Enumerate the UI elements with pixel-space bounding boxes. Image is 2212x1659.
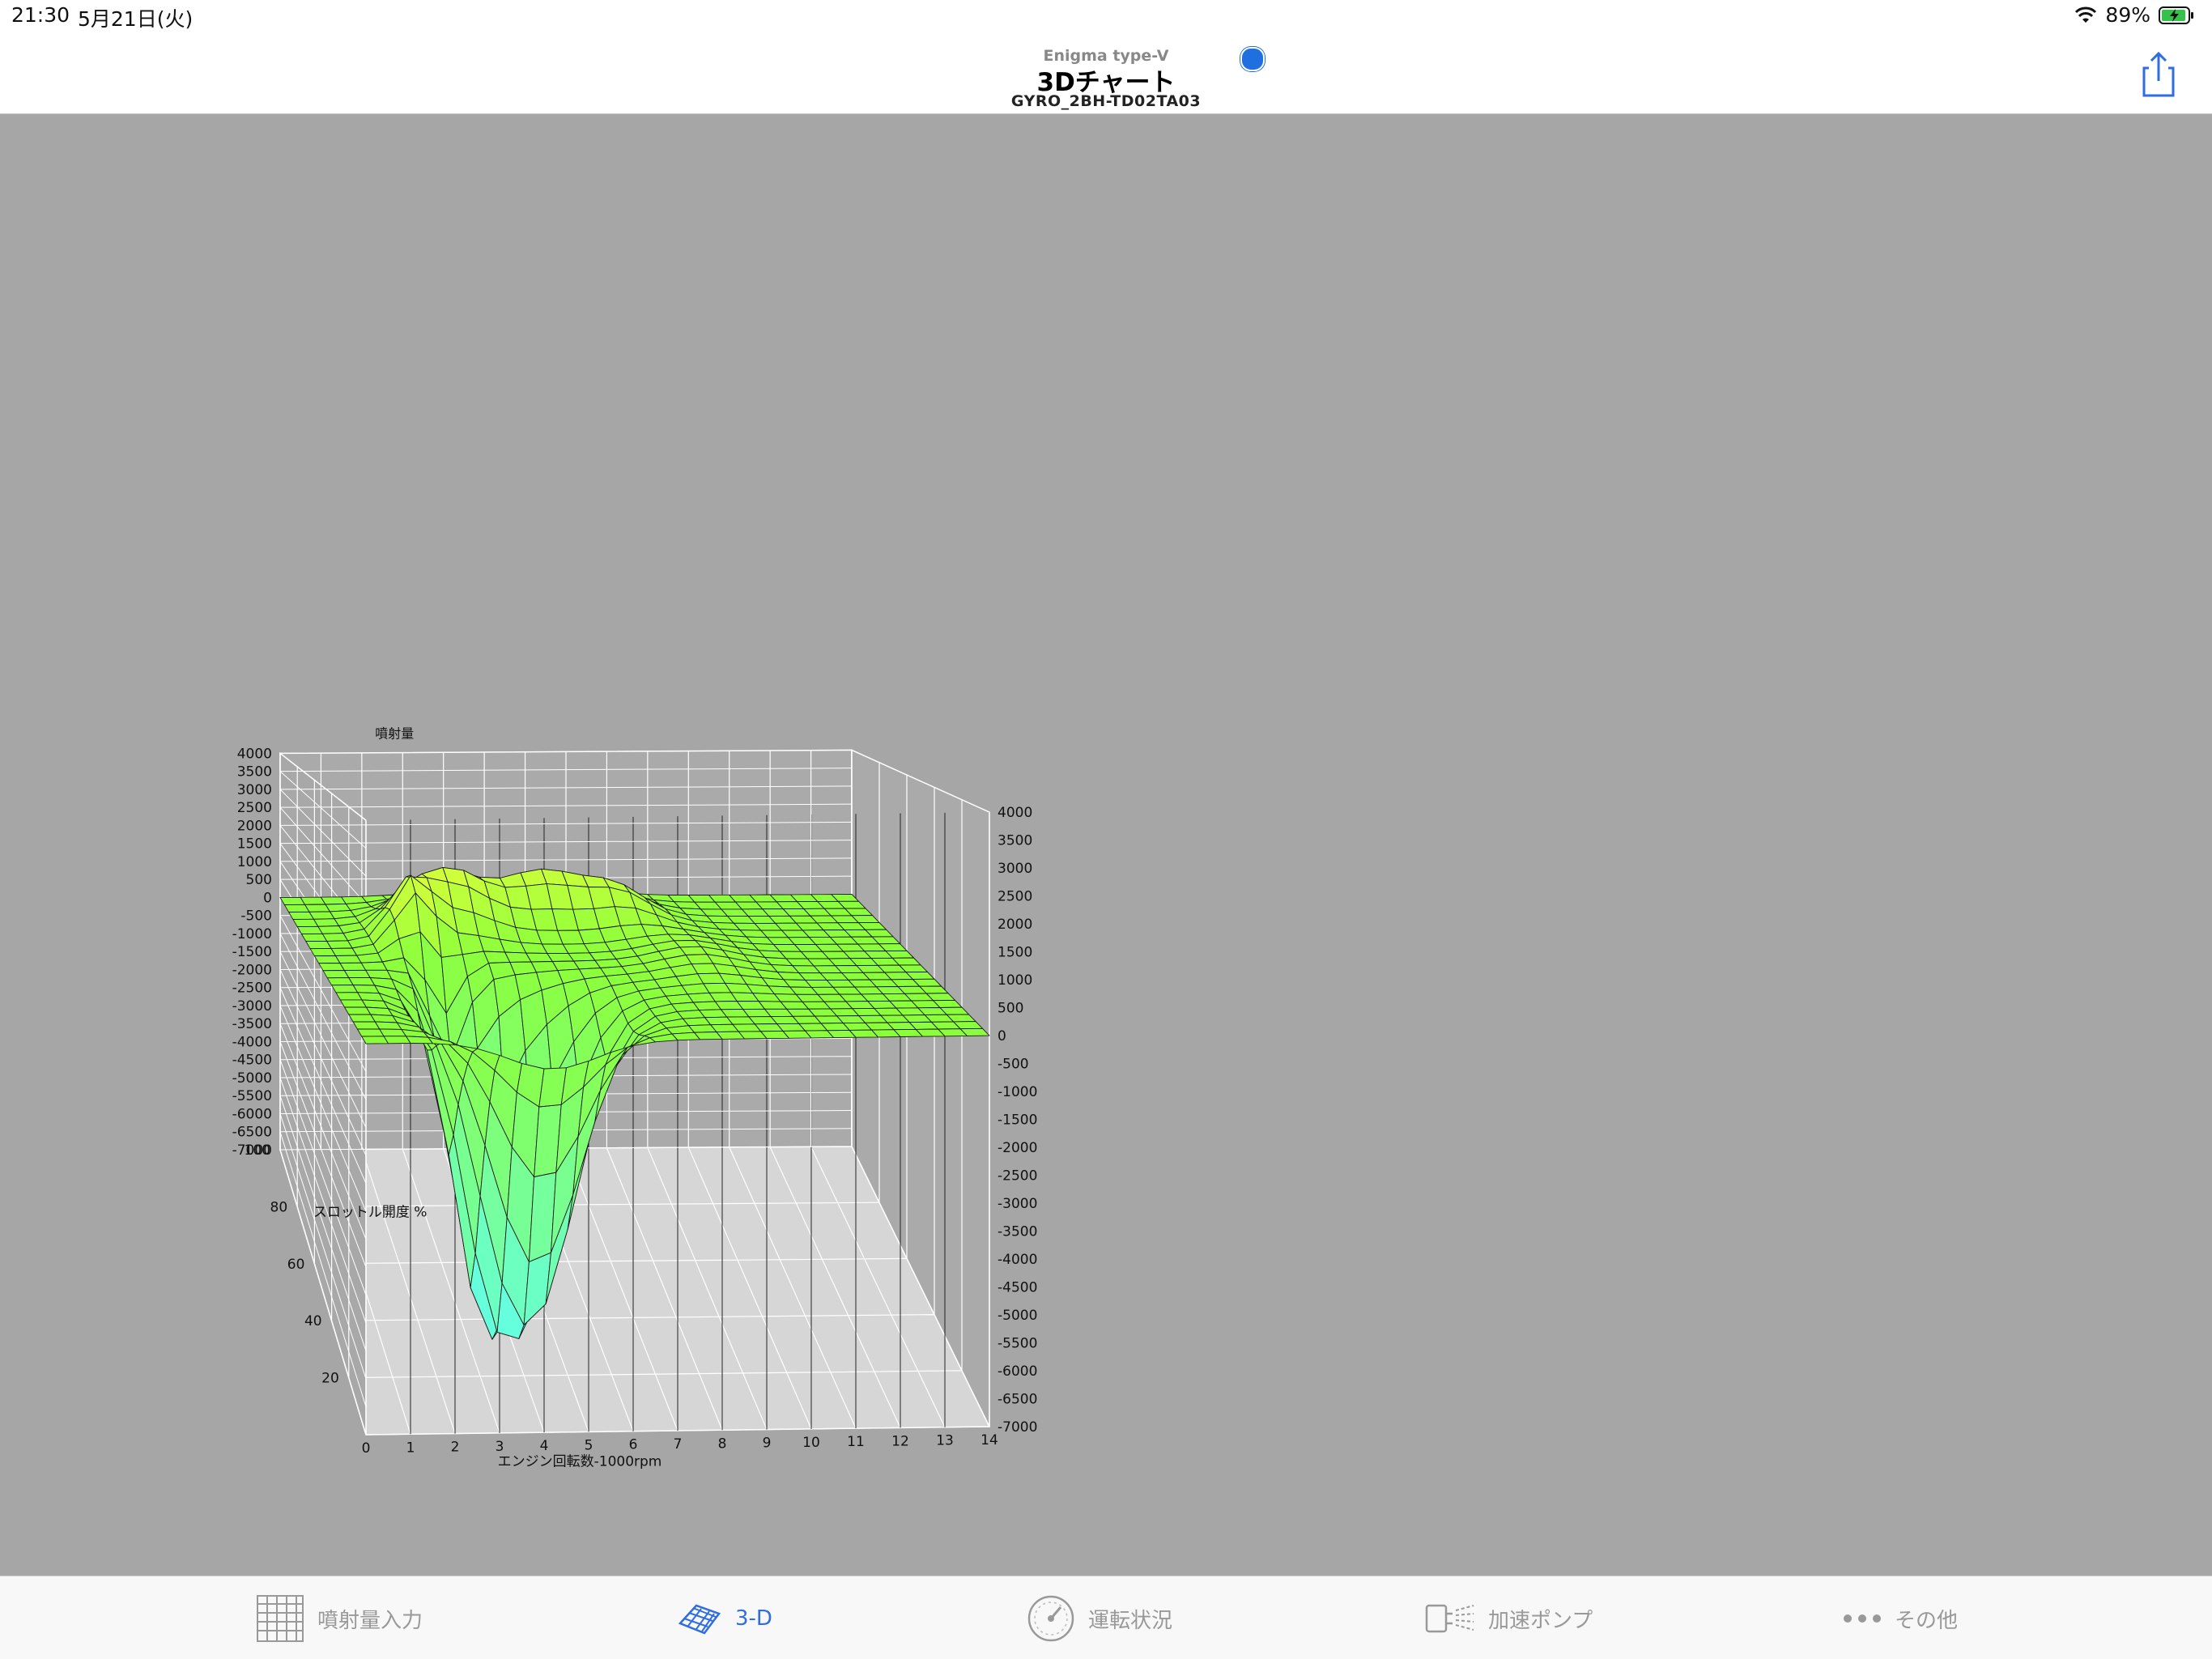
z-tick-label-right: -1000 <box>998 1084 1037 1100</box>
z-tick-label-left: 1500 <box>237 836 272 853</box>
z-tick-label-left: -3500 <box>232 1016 272 1032</box>
z-tick-label-left: 2000 <box>237 818 272 834</box>
battery-charging-icon <box>2159 6 2193 24</box>
z-tick-label-left: -1500 <box>232 944 272 960</box>
status-time: 21:30 <box>11 3 70 27</box>
tab-label: その他 <box>1895 1608 1959 1633</box>
z-tick-label-left: -5500 <box>232 1088 272 1104</box>
x-tick-label: 12 <box>891 1433 909 1449</box>
battery-percent: 89% <box>2105 3 2150 27</box>
z-tick-label-right: 3000 <box>998 861 1032 877</box>
z-tick-label-left: 3000 <box>237 782 272 798</box>
z-tick-label-right: 1000 <box>998 972 1032 989</box>
info-badge-icon[interactable] <box>1240 47 1265 71</box>
z-tick-label-left: -6000 <box>232 1106 272 1122</box>
x-tick-label: 10 <box>802 1435 820 1451</box>
y-axis-label: スロットル開度 % <box>313 1204 428 1220</box>
z-tick-label-right: 1500 <box>998 945 1032 961</box>
x-tick-label: 0 <box>362 1440 371 1457</box>
z-tick-label-right: -2000 <box>998 1140 1037 1156</box>
grid-icon <box>257 1595 304 1642</box>
z-tick-label-left: 4000 <box>237 746 272 762</box>
z-tick-label-left: -3000 <box>232 998 272 1015</box>
z-tick-label-left: -2000 <box>232 962 272 978</box>
z-tick-label-right: -6000 <box>998 1363 1037 1380</box>
tab-3d[interactable]: 3-D <box>677 1594 772 1643</box>
z-tick-label-left: -2500 <box>232 981 272 997</box>
z-tick-label-left: -7000 <box>232 1142 272 1159</box>
z-tick-label-right: -5500 <box>998 1336 1037 1352</box>
z-tick-label-left: 2500 <box>237 800 272 816</box>
z-tick-label-left: 0 <box>263 890 272 906</box>
x-tick-label: 3 <box>496 1439 504 1455</box>
z-tick-label-right: 0 <box>998 1028 1006 1044</box>
share-icon[interactable] <box>2138 49 2180 100</box>
tab-driving-status[interactable]: 運転状況 <box>1027 1594 1172 1643</box>
x-tick-label: 7 <box>674 1436 683 1453</box>
z-tick-label-right: -1500 <box>998 1112 1037 1129</box>
z-tick-label-right: 4000 <box>998 805 1032 821</box>
y-tick-label: 80 <box>270 1199 288 1215</box>
tab-label: 加速ポンプ <box>1488 1608 1593 1633</box>
surface-3d-chart[interactable]: 0 1 2 3 4 5 6 7 8 9 10 11 12 13 1420406080100400035003… <box>0 114 2212 1576</box>
chart-title: 噴射量 <box>375 726 414 742</box>
z-tick-label-right: 3500 <box>998 833 1032 849</box>
y-tick-label: 20 <box>321 1371 339 1387</box>
x-tick-label: 1 <box>406 1440 415 1456</box>
z-tick-label-left: -4000 <box>232 1034 272 1050</box>
tab-label: 運転状況 <box>1088 1608 1173 1633</box>
z-tick-label-right: 2500 <box>998 889 1032 905</box>
z-tick-label-right: 2000 <box>998 917 1032 933</box>
x-tick-label: 13 <box>936 1433 954 1449</box>
x-tick-label: 6 <box>629 1437 638 1453</box>
file-name: GYRO_2BH-TD02TA03 <box>1010 92 1202 110</box>
z-tick-label-right: -7000 <box>998 1419 1037 1436</box>
surface-3d-icon <box>678 1604 721 1635</box>
tab-label: 3-D <box>735 1606 772 1631</box>
y-tick-label: 40 <box>304 1313 322 1329</box>
tab-injection-input[interactable]: 噴射量入力 <box>256 1594 423 1643</box>
status-right: 89% <box>2074 3 2194 27</box>
z-tick-label-right: -3000 <box>998 1196 1037 1212</box>
tab-other[interactable]: その他 <box>1843 1594 1958 1643</box>
x-axis-label: エンジン回転数-1000rpm <box>498 1454 662 1470</box>
z-tick-label-right: 500 <box>998 1001 1023 1017</box>
z-tick-label-right: -4500 <box>998 1280 1037 1296</box>
x-tick-label: 5 <box>585 1437 593 1453</box>
x-tick-label: 8 <box>718 1436 727 1452</box>
x-tick-label: 11 <box>847 1434 865 1450</box>
y-tick-label: 60 <box>287 1257 305 1273</box>
z-tick-label-right: -2500 <box>998 1168 1037 1185</box>
z-tick-label-left: 500 <box>246 872 272 888</box>
tab-bar: 噴射量入力 3-D 運転状況 加速ポンプ その他 <box>0 1576 2212 1659</box>
tab-label: 噴射量入力 <box>317 1608 423 1633</box>
x-tick-label: 9 <box>763 1436 772 1452</box>
navigation-bar: Enigma type-V 3Dチャート GYRO_2BH-TD02TA03 <box>0 32 2212 114</box>
z-tick-label-right: -500 <box>998 1057 1029 1073</box>
x-tick-label: 2 <box>451 1440 460 1456</box>
status-date: 5月21日(火) <box>78 7 194 31</box>
z-tick-label-left: 3500 <box>237 764 272 781</box>
z-tick-label-left: -4500 <box>232 1053 272 1069</box>
z-tick-label-right: -6500 <box>998 1392 1037 1408</box>
z-tick-label-left: -500 <box>240 908 272 925</box>
z-tick-label-left: 1000 <box>237 854 272 870</box>
x-tick-label: 14 <box>981 1432 998 1448</box>
gauge-icon <box>1027 1595 1074 1642</box>
z-tick-label-left: -6500 <box>232 1125 272 1141</box>
more-dots-icon <box>1844 1614 1881 1623</box>
z-tick-label-left: -1000 <box>232 926 272 942</box>
status-bar: 21:30 5月21日(火) 89% <box>0 0 2212 32</box>
z-tick-label-right: -4000 <box>998 1252 1037 1268</box>
z-tick-label-left: -5000 <box>232 1070 272 1087</box>
wifi-icon <box>2075 6 2097 23</box>
x-tick-label: 4 <box>540 1438 549 1454</box>
z-tick-label-right: -3500 <box>998 1224 1037 1240</box>
z-tick-label-right: -5000 <box>998 1308 1037 1324</box>
injector-icon <box>1425 1604 1474 1633</box>
tab-accel-pump[interactable]: 加速ポンプ <box>1425 1594 1593 1643</box>
